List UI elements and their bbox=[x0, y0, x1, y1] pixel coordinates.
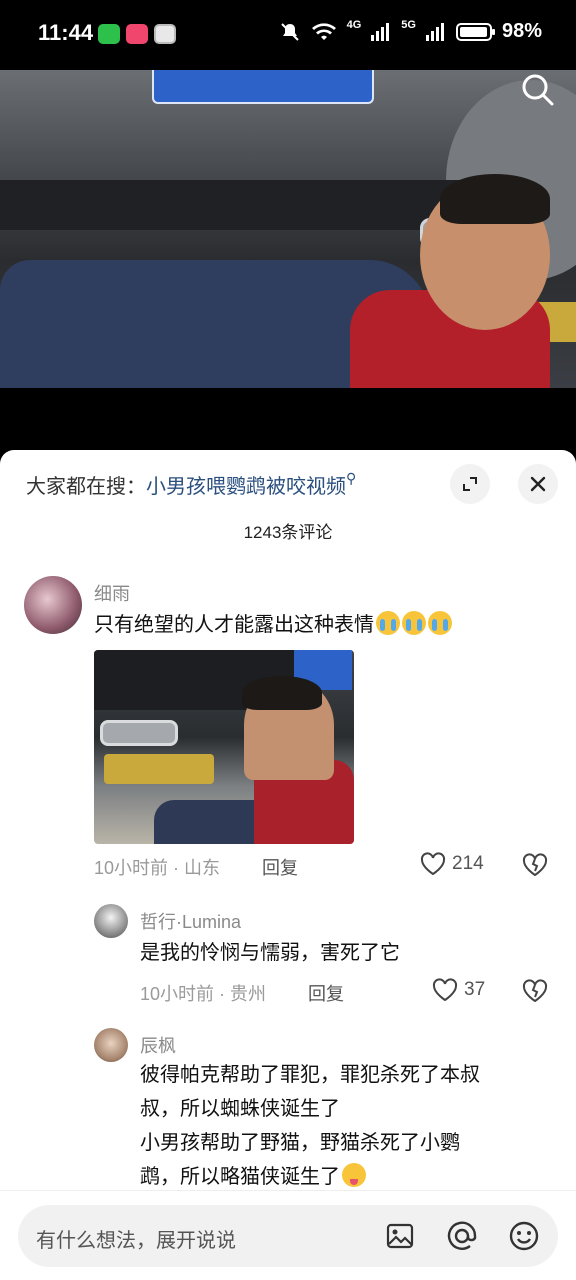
signal-icon bbox=[371, 22, 390, 41]
comment-count: 1243条评论 bbox=[243, 523, 333, 542]
wifi-icon bbox=[311, 22, 336, 40]
heart-icon bbox=[420, 852, 446, 876]
signal-icon bbox=[425, 22, 444, 41]
reply-button[interactable]: 回复 bbox=[262, 854, 298, 880]
search-button[interactable] bbox=[518, 70, 558, 110]
comment-username[interactable]: 细雨 bbox=[94, 580, 130, 606]
crying-emoji-icon bbox=[376, 611, 400, 635]
comment-text-line-last: 鹉，所以略猫侠诞生了 bbox=[140, 1160, 560, 1194]
mention-button[interactable] bbox=[444, 1218, 480, 1254]
avatar[interactable] bbox=[94, 1028, 128, 1062]
at-icon bbox=[447, 1221, 477, 1250]
like-count: 214 bbox=[452, 853, 484, 874]
status-time: 11:44 bbox=[38, 20, 94, 45]
comment-text: 是我的怜悯与懦弱，害死了它 bbox=[140, 942, 400, 964]
like-count: 37 bbox=[464, 979, 486, 1000]
network-5g-label: 5G bbox=[401, 18, 416, 31]
video-letterbox bbox=[0, 388, 576, 450]
broken-heart-icon bbox=[522, 853, 548, 877]
network-4g-label: 4G bbox=[346, 18, 362, 31]
image-icon bbox=[386, 1223, 414, 1249]
image-detail bbox=[242, 676, 322, 710]
smiley-icon bbox=[509, 1221, 539, 1251]
battery-icon bbox=[455, 22, 495, 41]
image-detail bbox=[104, 754, 214, 784]
avatar[interactable] bbox=[94, 904, 128, 938]
comment-username[interactable]: 辰枫 bbox=[140, 1032, 176, 1058]
expand-icon bbox=[463, 477, 477, 491]
image-detail bbox=[100, 720, 178, 746]
battery-level bbox=[459, 26, 488, 37]
comment-text: 彼得帕克帮助了罪犯，罪犯杀死了本叔 叔，所以蜘蛛侠诞生了 小男孩帮助了野猫，野猫… bbox=[140, 1058, 560, 1194]
expand-button[interactable] bbox=[450, 464, 490, 504]
like-button[interactable]: 37 bbox=[432, 978, 485, 1002]
comment-username[interactable]: 哲行·Lumina bbox=[140, 908, 241, 934]
comment-meta: 10小时前 · 贵州 bbox=[140, 984, 267, 1004]
mute-icon bbox=[280, 22, 299, 41]
comment-sheet: 大家都在搜：小男孩喂鹦鹉被咬视频⚲ 1243条评论 细雨 只有绝望的人才能露出这… bbox=[0, 450, 576, 1280]
dislike-button[interactable] bbox=[522, 852, 548, 878]
wechat-notification-icon bbox=[98, 24, 120, 44]
video-player[interactable] bbox=[0, 70, 576, 388]
comment-text-line: 叔，所以蜘蛛侠诞生了 bbox=[140, 1098, 340, 1120]
emoji-button[interactable] bbox=[506, 1218, 542, 1254]
comment-meta: 10小时前 · 山东 bbox=[94, 858, 221, 878]
status-indicators: 4G 5G 98% bbox=[279, 18, 542, 43]
trending-search[interactable]: 大家都在搜：小男孩喂鹦鹉被咬视频⚲ bbox=[26, 470, 356, 499]
comment-input-bar: 有什么想法，展开说说 bbox=[0, 1190, 576, 1280]
close-button[interactable] bbox=[518, 464, 558, 504]
comment-text-content: 只有绝望的人才能露出这种表情 bbox=[94, 614, 374, 636]
comment-text: 只有绝望的人才能露出这种表情 bbox=[94, 608, 452, 642]
app-notification-icon bbox=[154, 24, 176, 44]
crying-emoji-icon bbox=[402, 611, 426, 635]
close-icon bbox=[530, 476, 546, 492]
video-frame-detail bbox=[0, 180, 470, 230]
crying-emoji-icon bbox=[428, 611, 452, 635]
video-frame-detail bbox=[152, 70, 374, 104]
avatar[interactable] bbox=[24, 576, 82, 634]
comment-input-placeholder: 有什么想法，展开说说 bbox=[36, 1230, 236, 1252]
comment-text-line: 彼得帕克帮助了罪犯，罪犯杀死了本叔 bbox=[140, 1064, 480, 1086]
heart-icon bbox=[432, 978, 458, 1002]
search-icon bbox=[522, 74, 554, 106]
trending-label: 大家都在搜： bbox=[26, 476, 146, 498]
like-button[interactable]: 214 bbox=[420, 852, 484, 876]
battery-percentage: 98% bbox=[501, 20, 542, 42]
reply-button[interactable]: 回复 bbox=[308, 980, 344, 1006]
tongue-emoji-icon bbox=[342, 1163, 366, 1187]
image-picker-button[interactable] bbox=[382, 1218, 418, 1254]
broken-heart-icon bbox=[522, 979, 548, 1003]
comment-text-line: 小男孩帮助了野猫，野猫杀死了小鹦 bbox=[140, 1132, 460, 1154]
comment-text-content: 鹉，所以略猫侠诞生了 bbox=[140, 1166, 340, 1188]
app-notification-icon bbox=[126, 24, 148, 44]
comment-image[interactable] bbox=[94, 650, 354, 844]
status-bar: 11:44 4G 5G 98% bbox=[0, 0, 576, 70]
search-icon: ⚲ bbox=[346, 470, 357, 486]
trending-query[interactable]: 小男孩喂鹦鹉被咬视频 bbox=[146, 476, 346, 498]
comment-input[interactable]: 有什么想法，展开说说 bbox=[18, 1205, 558, 1267]
video-frame-detail bbox=[440, 174, 550, 224]
dislike-button[interactable] bbox=[522, 978, 548, 1004]
